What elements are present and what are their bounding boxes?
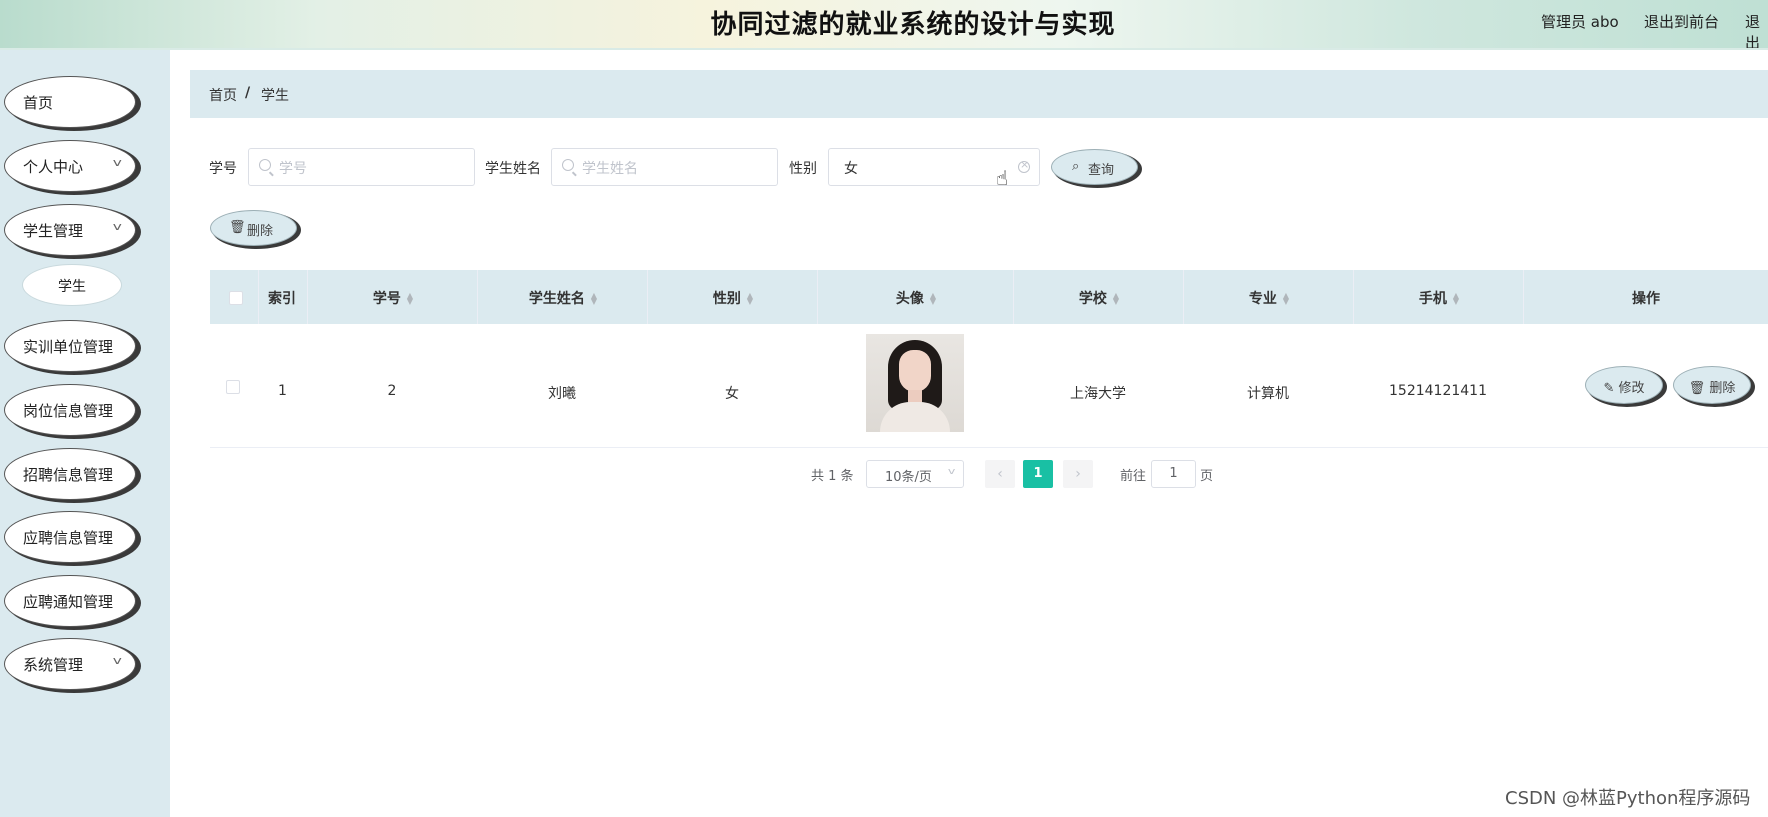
- page-size-select[interactable]: 10条/页 v: [866, 460, 964, 488]
- query-button[interactable]: ⌕ 查询: [1051, 149, 1138, 185]
- header-index: 索引: [268, 291, 296, 307]
- gender-label: 性别: [789, 161, 817, 177]
- goto-page-input[interactable]: 1: [1151, 460, 1196, 488]
- pencil-icon: ✎: [1603, 381, 1615, 396]
- cell-major: 计算机: [1247, 386, 1289, 402]
- sort-icon: ▲ ▼: [1282, 291, 1290, 306]
- page-size-value: 10条/页: [885, 470, 932, 485]
- sidebar-item-personal-center[interactable]: 个人中心 v: [4, 140, 136, 192]
- select-all-checkbox[interactable]: [229, 291, 243, 305]
- search-icon: ⌕: [1072, 159, 1080, 174]
- avatar: [866, 334, 964, 432]
- sidebar-item-label: 系统管理: [23, 656, 84, 674]
- exit-to-frontend-link[interactable]: 退出到前台: [1644, 11, 1719, 32]
- header-avatar[interactable]: 头像 ▲ ▼: [818, 288, 1014, 308]
- sidebar-item-home[interactable]: 首页: [4, 76, 136, 128]
- gender-value: 女: [844, 161, 858, 177]
- table-header: 索引 学号 ▲ ▼ 学生姓名 ▲ ▼ 性别 ▲ ▼ 头像 ▲ ▼ 学校 ▲ ▼ 专业 ▲ ▼ 手机 ▲ ▼ …: [210, 270, 1768, 324]
- site-title: 协同过滤的就业系统的设计与实现: [710, 10, 1116, 40]
- breadcrumb-current: 学生: [261, 88, 289, 104]
- header-major[interactable]: 专业 ▲ ▼: [1184, 288, 1354, 308]
- sidebar-item-label: 个人中心: [23, 158, 84, 176]
- query-button-label: 查询: [1088, 163, 1115, 178]
- delete-row-button[interactable]: 🗑 删除: [1673, 366, 1751, 404]
- sort-icon: ▲ ▼: [590, 291, 598, 306]
- trash-icon: 🗑: [1688, 381, 1706, 396]
- edit-button-label: ✎ 修改: [1603, 381, 1645, 396]
- sidebar-item-label: 应聘通知管理: [23, 593, 114, 611]
- logout-link[interactable]: 退出: [1745, 11, 1768, 53]
- trash-icon: 🗑: [229, 220, 246, 235]
- sort-icon: ▲ ▼: [929, 291, 937, 306]
- clear-icon[interactable]: [1018, 158, 1030, 173]
- sidebar-item-label: 学生管理: [23, 222, 84, 240]
- edit-button[interactable]: ✎ 修改: [1585, 366, 1663, 404]
- table-row: 1 2 刘曦 女 上海大学 计算机 15214121411 ✎ 修改 🗑 删除: [210, 324, 1768, 448]
- sort-icon: ▲ ▼: [406, 291, 414, 306]
- page-suffix: 页: [1200, 469, 1214, 484]
- row-checkbox[interactable]: [226, 380, 240, 394]
- cell-student-name: 刘曦: [548, 386, 576, 402]
- sidebar-item-system[interactable]: 系统管理 v: [4, 638, 136, 690]
- prev-page-button[interactable]: ‹: [985, 460, 1015, 488]
- sidebar-item-application-notice[interactable]: 应聘通知管理: [4, 575, 136, 627]
- sort-icon: ▲ ▼: [1452, 291, 1460, 306]
- gender-input[interactable]: 女: [828, 148, 1040, 186]
- breadcrumb-separator: /: [245, 85, 251, 101]
- sidebar-item-label: 岗位信息管理: [23, 402, 114, 420]
- delete-row-button-label: 🗑 删除: [1688, 381, 1736, 396]
- cell-index: 1: [278, 383, 287, 399]
- header-student-no[interactable]: 学号 ▲ ▼: [308, 288, 478, 308]
- header-school[interactable]: 学校 ▲ ▼: [1014, 288, 1184, 308]
- header-student-name[interactable]: 学生姓名 ▲ ▼: [478, 288, 648, 308]
- sidebar-item-student-management[interactable]: 学生管理 v: [4, 204, 136, 256]
- current-page-button[interactable]: 1: [1023, 460, 1053, 488]
- batch-delete-label: 删除: [247, 224, 274, 239]
- cell-phone: 15214121411: [1389, 383, 1487, 399]
- header-phone[interactable]: 手机 ▲ ▼: [1354, 288, 1524, 308]
- chevron-down-icon: v: [113, 654, 123, 667]
- student-name-input[interactable]: 学生姓名: [551, 148, 778, 186]
- chevron-down-icon: v: [113, 156, 123, 169]
- student-name-placeholder: 学生姓名: [582, 161, 638, 177]
- student-name-label: 学生姓名: [485, 161, 541, 177]
- sidebar-item-label: 首页: [23, 94, 54, 112]
- goto-label: 前往: [1120, 469, 1147, 484]
- sidebar-item-job-info[interactable]: 岗位信息管理: [4, 384, 136, 436]
- chevron-down-icon: v: [113, 220, 123, 233]
- header-actions: 操作: [1632, 291, 1660, 307]
- header-gender[interactable]: 性别 ▲ ▼: [648, 288, 818, 308]
- student-no-label: 学号: [209, 161, 237, 177]
- next-page-button[interactable]: ›: [1063, 460, 1093, 488]
- pagination-total: 共 1 条: [811, 469, 854, 484]
- sidebar-item-recruitment-info[interactable]: 招聘信息管理: [4, 448, 136, 500]
- sidebar-item-application-info[interactable]: 应聘信息管理: [4, 511, 136, 563]
- sidebar-item-label: 招聘信息管理: [23, 466, 114, 484]
- sidebar-item-label: 实训单位管理: [23, 338, 114, 356]
- sort-icon: ▲ ▼: [1112, 291, 1120, 306]
- current-user: 管理员 abo: [1541, 13, 1619, 31]
- student-no-input[interactable]: 学号: [248, 148, 475, 186]
- sidebar: 首页 个人中心 v 学生管理 v 学生 实训单位管理 岗位信息管理 招聘信息管理…: [0, 50, 170, 817]
- sidebar-item-training-unit[interactable]: 实训单位管理: [4, 320, 136, 372]
- batch-delete-button[interactable]: 🗑 删除: [210, 210, 297, 246]
- cell-school: 上海大学: [1070, 386, 1126, 402]
- cell-gender: 女: [725, 386, 739, 402]
- sidebar-subitem-student[interactable]: 学生: [23, 265, 121, 305]
- watermark: CSDN @林蓝Python程序源码: [1505, 788, 1751, 809]
- cell-student-no: 2: [387, 383, 397, 399]
- chevron-down-icon: v: [947, 467, 956, 477]
- search-icon: [562, 159, 574, 171]
- sort-icon: ▲ ▼: [746, 291, 754, 306]
- sidebar-item-label: 应聘信息管理: [23, 529, 114, 547]
- search-icon: [259, 159, 271, 171]
- sidebar-subitem-label: 学生: [58, 279, 86, 295]
- breadcrumb-home[interactable]: 首页: [209, 85, 237, 105]
- pointer-cursor-icon: ☝: [996, 166, 1009, 190]
- student-no-placeholder: 学号: [279, 161, 307, 177]
- top-header: 协同过滤的就业系统的设计与实现 管理员 abo 退出到前台 退出: [0, 0, 1768, 53]
- breadcrumb: 首页 / 学生: [190, 70, 1768, 118]
